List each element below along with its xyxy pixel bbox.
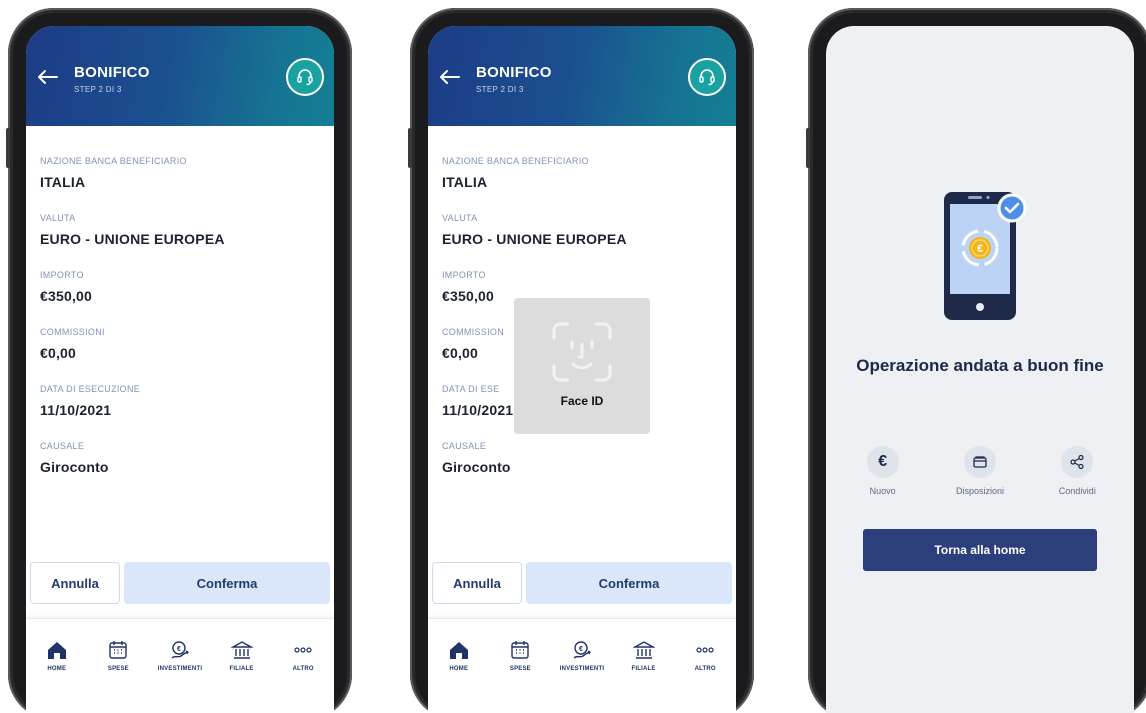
share-icon — [1070, 454, 1084, 470]
step-indicator: STEP 2 DI 3 — [476, 85, 524, 94]
success-title: Operazione andata a buon fine — [856, 356, 1104, 375]
back-arrow-icon[interactable] — [440, 70, 460, 84]
tab-home[interactable]: HOME — [27, 639, 87, 713]
field-currency: VALUTA EURO - UNIONE EUROPEA — [442, 213, 627, 247]
bank-icon — [632, 641, 655, 659]
svg-text:€: € — [177, 646, 181, 653]
phone-success-illustration: € — [944, 192, 1027, 320]
quick-actions: € Nuovo Disposizioni Condividi — [834, 446, 1126, 496]
transfer-success-screen: € Operazione andata a buon fine € Nuovo … — [826, 26, 1134, 713]
euro-icon: € — [866, 446, 899, 478]
header: BONIFICO STEP 2 DI 3 — [428, 26, 736, 126]
page-title: BONIFICO — [476, 64, 552, 81]
phone-frame: € Operazione andata a buon fine € Nuovo … — [806, 8, 1146, 713]
tab-altro[interactable]: ALTRO — [675, 639, 735, 713]
field-execution-date: DATA DI ESECUZIONE 11/10/2021 — [40, 384, 141, 418]
tab-home[interactable]: HOME — [429, 639, 489, 713]
faceid-overlay: Face ID — [514, 298, 650, 434]
confirm-button[interactable]: Conferma — [124, 562, 330, 604]
calendar-icon — [511, 641, 530, 659]
investment-icon: € — [171, 641, 189, 659]
tab-filiale[interactable]: FILIALE — [212, 639, 272, 713]
action-bar: Annulla Conferma — [30, 562, 330, 604]
tab-investimenti[interactable]: € INVESTIMENTI — [150, 639, 210, 713]
tab-filiale[interactable]: FILIALE — [614, 639, 674, 713]
cancel-button[interactable]: Annulla — [432, 562, 522, 604]
tab-investimenti[interactable]: € INVESTIMENTI — [552, 639, 612, 713]
field-currency: VALUTA EURO - UNIONE EUROPEA — [40, 213, 225, 247]
calendar-icon — [109, 641, 128, 659]
bottom-tab-bar: HOME SPESE € INVESTIMENTI FILIALE ALTRO — [428, 618, 736, 713]
more-icon — [294, 647, 312, 653]
more-icon — [696, 647, 714, 653]
headset-icon — [297, 69, 313, 86]
tab-altro[interactable]: ALTRO — [273, 639, 333, 713]
action-bar: Annulla Conferma — [432, 562, 732, 604]
wallet-icon — [973, 456, 987, 468]
cancel-button[interactable]: Annulla — [30, 562, 120, 604]
svg-text:€: € — [977, 243, 983, 255]
svg-text:€: € — [579, 646, 583, 653]
home-icon — [47, 642, 66, 659]
bottom-tab-bar: HOME SPESE € INVESTIMENTI FILIALE ALTRO — [26, 618, 334, 713]
phone-frame: BONIFICO STEP 2 DI 3 NAZIONE BANCA BENEF… — [408, 8, 754, 713]
transfer-faceid-screen: BONIFICO STEP 2 DI 3 NAZIONE BANCA BENEF… — [428, 26, 736, 713]
faceid-label: Face ID — [560, 394, 604, 408]
field-country: NAZIONE BANCA BENEFICIARIO ITALIA — [442, 156, 589, 190]
field-amount: IMPORTO €350,00 — [40, 270, 93, 304]
back-to-home-button[interactable]: Torna alla home — [863, 529, 1097, 571]
investment-icon: € — [573, 641, 591, 659]
headset-icon — [699, 69, 715, 86]
quick-action-orders[interactable]: Disposizioni — [935, 446, 1025, 496]
home-icon — [449, 642, 468, 659]
step-indicator: STEP 2 DI 3 — [74, 85, 122, 94]
tab-spese[interactable]: SPESE — [88, 639, 148, 713]
phone-frame: BONIFICO STEP 2 DI 3 NAZIONE BANCA BENEF… — [6, 8, 352, 713]
field-reason: CAUSALE Giroconto — [40, 441, 109, 475]
faceid-icon — [552, 322, 612, 382]
support-button[interactable] — [286, 58, 324, 96]
field-fees: COMMISSIONI €0,00 — [40, 327, 105, 361]
back-arrow-icon[interactable] — [38, 70, 58, 84]
support-button[interactable] — [688, 58, 726, 96]
bank-icon — [230, 641, 253, 659]
quick-action-share[interactable]: Condividi — [1032, 446, 1122, 496]
field-reason: CAUSALE Giroconto — [442, 441, 511, 475]
tab-spese[interactable]: SPESE — [490, 639, 550, 713]
header: BONIFICO STEP 2 DI 3 — [26, 26, 334, 126]
field-country: NAZIONE BANCA BENEFICIARIO ITALIA — [40, 156, 187, 190]
page-title: BONIFICO — [74, 64, 150, 81]
confirm-button[interactable]: Conferma — [526, 562, 732, 604]
transfer-details: NAZIONE BANCA BENEFICIARIO ITALIA VALUTA E… — [26, 126, 334, 475]
quick-action-new[interactable]: € Nuovo — [838, 446, 928, 496]
transfer-review-screen: BONIFICO STEP 2 DI 3 NAZIONE BANCA BENEF… — [26, 26, 334, 713]
